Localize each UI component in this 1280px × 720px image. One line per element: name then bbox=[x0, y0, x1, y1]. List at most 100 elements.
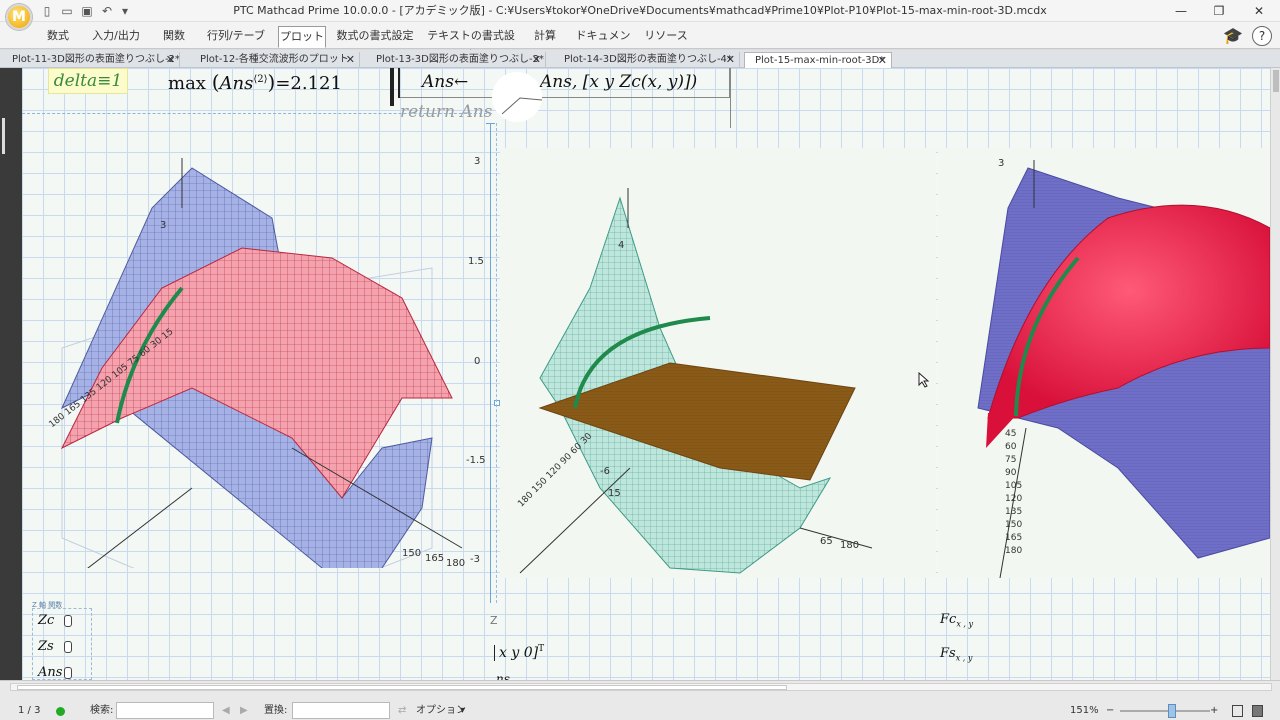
program-bar bbox=[390, 68, 394, 106]
fc-expression[interactable]: Fcx , y bbox=[940, 612, 973, 629]
plot-2-3d[interactable]: 4 -6 15 65 180 bbox=[500, 148, 936, 578]
close-tab-icon[interactable]: ✕ bbox=[878, 53, 887, 68]
graduation-cap-icon[interactable]: 🎓 bbox=[1222, 26, 1244, 46]
search-prev-icon[interactable]: ◀ bbox=[222, 705, 230, 717]
vertical-scroll-thumb[interactable] bbox=[1273, 70, 1279, 92]
fc-sub: x , y bbox=[956, 619, 973, 629]
doc-tab-label: Plot-15-max-min-root-3D* bbox=[755, 55, 885, 66]
ribbon-tab-bar: 数式 入力/出力 関数 行列/テーブル プロット 数式の書式設定 テキストの書式… bbox=[0, 22, 1280, 62]
close-tab-icon[interactable]: ✕ bbox=[532, 52, 541, 68]
plot2-tick-15: 15 bbox=[608, 488, 621, 499]
tab-plots[interactable]: プロット bbox=[278, 26, 326, 48]
gutter-marker bbox=[2, 118, 5, 154]
doc-tab-plot-15[interactable]: Plot-15-max-min-root-3D* ✕ bbox=[744, 52, 892, 68]
zoom-out-button[interactable]: − bbox=[1106, 705, 1114, 717]
max-expression[interactable]: max (Ans⟨2⟩)=2.121 bbox=[168, 70, 342, 94]
draft-view-icon[interactable] bbox=[1252, 705, 1263, 717]
legend-item-zc[interactable]: Zc bbox=[38, 613, 54, 628]
restore-button[interactable]: ❐ bbox=[1202, 0, 1236, 22]
legend-item-ans[interactable]: Ans bbox=[38, 665, 62, 680]
mathcad-logo[interactable]: M bbox=[6, 4, 32, 30]
plot1-tick-165: 165 bbox=[425, 553, 444, 564]
doc-tab-label: Plot-13-3D図形の表面塗りつぶし-3* bbox=[376, 54, 544, 65]
zoom-level[interactable]: 151% bbox=[1070, 705, 1099, 717]
tab-matrices-tables[interactable]: 行列/テーブル bbox=[204, 26, 268, 62]
plot3-axis-labels: 45 60 75 90 105 120 135 150 165 180 bbox=[1005, 428, 1035, 558]
fs-expression[interactable]: Fsx , y bbox=[940, 646, 972, 663]
worksheet[interactable]: delta≡1 max (Ans⟨2⟩)=2.121 Ans← Ans, [x … bbox=[22, 68, 1270, 680]
search-label: 検索: bbox=[90, 705, 114, 716]
calc-status-icon bbox=[56, 707, 65, 716]
close-tab-icon[interactable]: ✕ bbox=[726, 52, 735, 68]
plot3-tick: 90 bbox=[1005, 468, 1017, 478]
status-bar: 1 / 3 検索: ◀ ▶ 置換: ⇄ オプション ▾ 151% − + bbox=[0, 680, 1280, 720]
search-input[interactable] bbox=[116, 702, 214, 719]
replace-icon[interactable]: ⇄ bbox=[398, 705, 406, 717]
tab-document[interactable]: ドキュメント bbox=[574, 26, 632, 62]
transpose-sup: T bbox=[538, 644, 545, 654]
ans-append-expression[interactable]: Ans, [x y Zc(x, y)]) bbox=[540, 72, 697, 92]
window-title: PTC Mathcad Prime 10.0.0.0 - [アカデミック版] -… bbox=[233, 4, 1047, 17]
plot3-tick: 45 bbox=[1005, 429, 1017, 439]
program-box-edge bbox=[730, 68, 731, 128]
tab-math[interactable]: 数式 bbox=[40, 26, 76, 48]
close-window-button[interactable]: ✕ bbox=[1242, 0, 1276, 22]
options-button[interactable]: オプション bbox=[416, 705, 466, 717]
close-tab-icon[interactable]: ✕ bbox=[346, 52, 355, 68]
doc-tab-label: Plot-11-3D図形の表面塗りつぶし-2* bbox=[12, 54, 180, 65]
ans-assignment[interactable]: Ans← bbox=[422, 72, 468, 92]
return-text: return Ans bbox=[400, 102, 493, 122]
cursor-arrow-icon bbox=[501, 97, 543, 115]
page-view-icon[interactable] bbox=[1232, 705, 1243, 717]
max-func: max bbox=[168, 73, 206, 94]
zoom-slider-track[interactable] bbox=[1120, 710, 1210, 712]
replace-input[interactable] bbox=[292, 702, 390, 719]
tab-functions[interactable]: 関数 bbox=[156, 26, 192, 48]
ans-fragment-text: ns bbox=[496, 672, 510, 680]
plot-3-3d[interactable]: 3 bbox=[938, 148, 1270, 578]
minimize-button[interactable]: — bbox=[1164, 0, 1198, 22]
y-tick-3: 3 bbox=[474, 156, 481, 167]
plot-frame-edge bbox=[496, 123, 497, 603]
doc-tab-plot-12[interactable]: Plot-12-各種交流波形のプロット ✕ bbox=[190, 52, 360, 68]
options-dropdown-icon[interactable]: ▾ bbox=[460, 705, 465, 717]
legend-item-zs[interactable]: Zs bbox=[38, 639, 54, 654]
zoom-in-button[interactable]: + bbox=[1210, 705, 1218, 717]
search-next-icon[interactable]: ▶ bbox=[240, 705, 248, 717]
horizontal-scroll-thumb[interactable] bbox=[17, 685, 787, 690]
doc-tab-plot-13[interactable]: Plot-13-3D図形の表面塗りつぶし-3* ✕ bbox=[366, 52, 546, 68]
zoom-slider-thumb[interactable] bbox=[1168, 704, 1176, 718]
plot-1-3d[interactable]: 3 150 165 180 bbox=[42, 148, 472, 568]
plot1-tick-180: 180 bbox=[446, 558, 465, 568]
tab-input-output[interactable]: 入力/出力 bbox=[90, 26, 142, 48]
return-statement[interactable]: return Ans bbox=[400, 102, 492, 122]
delta-definition[interactable]: delta≡1 bbox=[48, 68, 128, 94]
plot3-tick: 165 bbox=[1005, 533, 1023, 543]
plot3-tick: 60 bbox=[1005, 442, 1017, 452]
plot3-tick: 75 bbox=[1005, 455, 1017, 465]
tab-calculation[interactable]: 計算 bbox=[528, 26, 562, 48]
close-tab-icon[interactable]: ✕ bbox=[166, 52, 175, 68]
page-indicator[interactable]: 1 / 3 bbox=[18, 705, 40, 717]
fs-text: Fs bbox=[940, 646, 956, 661]
z-label: Z bbox=[490, 614, 498, 627]
doc-tab-plot-14[interactable]: Plot-14-3D図形の表面塗りつぶし-4* ✕ bbox=[554, 52, 740, 68]
plot-y-axis-line bbox=[490, 123, 491, 603]
tab-math-formatting[interactable]: 数式の書式設定 bbox=[336, 26, 414, 48]
tab-resources[interactable]: リソース bbox=[644, 26, 688, 48]
doc-tab-plot-11[interactable]: Plot-11-3D図形の表面塗りつぶし-2* ✕ bbox=[2, 52, 180, 68]
xy0-text: x y 0] bbox=[494, 644, 539, 661]
plot2-tick-180: 180 bbox=[840, 540, 859, 551]
legend-symbol-ans bbox=[64, 667, 72, 679]
vertical-scrollbar[interactable] bbox=[1270, 68, 1280, 680]
help-button[interactable]: ? bbox=[1252, 26, 1272, 46]
horizontal-scrollbar[interactable] bbox=[10, 683, 1272, 691]
plot2-z-low: -6 bbox=[600, 466, 610, 477]
title-bar: M ▯ ▭ ▣ ↶ ▾ PTC Mathcad Prime 10.0.0.0 -… bbox=[0, 0, 1280, 30]
plot3-tick: 150 bbox=[1005, 520, 1023, 530]
xy0-transpose[interactable]: x y 0]T bbox=[494, 644, 544, 661]
fs-sub: x , y bbox=[955, 653, 973, 663]
tab-text-formatting[interactable]: テキストの書式設定 bbox=[426, 26, 516, 62]
y-tick-minus-1-5: -1.5 bbox=[466, 455, 486, 466]
plot-y-axis-cap bbox=[486, 123, 495, 124]
